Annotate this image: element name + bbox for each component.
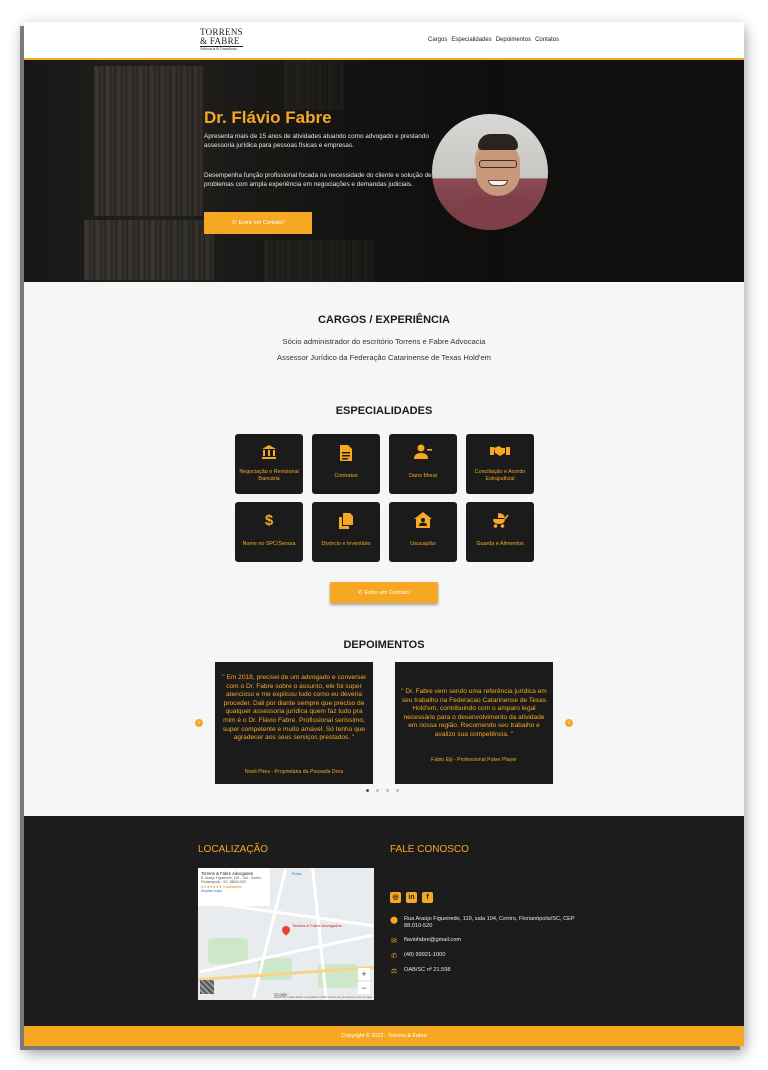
map-zoom-out-button[interactable]: − [358,982,370,994]
map-info-card: Torrens & Fabre Advogados R. Araújo Figu… [198,868,270,906]
cargos-title: CARGOS / EXPERIÊNCIA [317,314,451,326]
carousel-next-arrow[interactable]: › [565,719,573,727]
baby-carriage-icon [466,512,534,530]
instagram-icon[interactable]: ◎ [390,892,401,903]
testimonial-quote: " Em 2018, precisei de um advogado e con… [222,674,366,742]
contact-phone[interactable]: ✆ (48) 99921-1000 [390,952,594,960]
specialties-contact-label: Entre em Contato! [364,589,411,596]
specialty-card-conciliacao[interactable]: Conciliação e Acordo Extrajudicial [466,434,534,494]
contact-title: FALE CONOSCO [390,844,469,855]
envelope-icon: ✉ [391,938,397,945]
carousel-dot[interactable] [386,789,389,792]
nav-link-especialidades[interactable]: Especialidades [451,37,491,43]
page-frame: TORRENS & FABRE Advocacia & Consultoria … [24,22,744,1046]
specialty-label: Divórcio e Inventário [321,540,371,547]
hero-contact-button[interactable]: ✆ Entre em Contato! [204,212,312,234]
logo-tagline: Advocacia & Consultoria [200,47,237,51]
testimonial-quote: " Dr. Fabre vem sendo uma referência jur… [401,688,547,738]
specialty-card-contratos[interactable]: Contratos [312,434,380,494]
nav-link-depoimentos[interactable]: Depoimentos [496,37,531,43]
map-place-address: R. Araújo Figueiredo, 119 - 104 - Centro… [201,876,263,885]
lawyer-portrait [432,114,548,230]
specialty-label: Guarda e Alimentos [476,540,524,547]
hero-title: Dr. Flávio Fabre [204,108,332,127]
brand-logo[interactable]: TORRENS & FABRE Advocacia & Consultoria [200,28,243,52]
google-map[interactable]: Torrens & Fabre Advogados R. Araújo Figu… [198,868,374,1000]
testimonial-card: " Em 2018, precisei de um advogado e con… [215,662,373,784]
whatsapp-icon: ✆ [231,220,237,226]
specialty-label: Negociação e Revisional Bancária [239,469,299,482]
copy-document-icon [312,512,380,530]
hero-description-1: Apresenta mais de 15 anos de atividades … [204,133,429,149]
carousel-dot[interactable] [376,789,379,792]
map-pin-icon [280,924,292,936]
specialty-card-guarda[interactable]: Guarda e Alimentos [466,502,534,562]
carousel-prev-arrow[interactable]: ‹ [195,719,203,727]
phone-icon: ✆ [391,953,397,960]
logo-line-2: & FABRE [200,37,243,47]
location-pin-icon: ⬤ [390,917,398,924]
nav-link-cargos[interactable]: Cargos [428,37,447,43]
user-minus-icon [389,444,457,462]
carousel-dot[interactable] [396,789,399,792]
testimonial-author: Noeli Pires - Proprietária da Pousada Do… [244,769,344,775]
cargo-item: Assessor Jurídico da Federação Catarinen… [276,353,492,362]
map-attribution: Atalhos do teclado Dados cartográficos ©… [273,996,372,999]
specialties-contact-button[interactable]: ✆ Entre em Contato! [330,582,438,603]
especialidades-title: ESPECIALIDADES [335,405,433,417]
carousel-dot[interactable] [366,789,369,792]
footer: LOCALIZAÇÃO FALE CONOSCO Torrens & Fabre… [24,816,744,1026]
specialty-label: Contratos [334,472,358,479]
carousel-dots [366,789,399,792]
house-user-icon [389,512,457,530]
hero-section: Dr. Flávio Fabre Apresenta mais de 15 an… [24,60,744,282]
specialty-card-divorcio[interactable]: Divórcio e Inventário [312,502,380,562]
contact-email[interactable]: ✉ flaviofabre@gmail.com [390,937,594,945]
location-title: LOCALIZAÇÃO [198,844,269,855]
linkedin-icon[interactable]: in [406,892,417,903]
specialty-label: Usucapião [410,540,436,547]
copyright-bar: Copyright © 2022 - Torrens & Fabre [24,1026,744,1046]
specialty-label: Dano Moral [409,472,437,479]
map-thumbnail[interactable] [200,980,214,994]
map-route-link[interactable]: Rotas [292,872,301,876]
specialty-label: Conciliação e Acordo Extrajudicial [474,469,526,482]
contact-oab: ⚖ OAB/SC nº 21.598 [390,967,451,975]
social-links: ◎ in f [390,892,433,903]
hero-contact-label: Entre em Contato! [238,220,285,226]
handshake-icon [466,444,534,462]
specialty-label: Nome no SPC/Serasa [242,540,296,547]
whatsapp-icon: ✆ [357,589,363,596]
testimonial-author: Fabio Eiji - Professional Poker Player [431,757,517,763]
cargo-item: Sócio administrador do escritório Torren… [282,337,486,346]
specialty-card-usucapiao[interactable]: Usucapião [389,502,457,562]
map-enlarge-link[interactable]: Ampliar mapa [201,889,267,893]
testimonial-card: " Dr. Fabre vem sendo uma referência jur… [395,662,553,784]
scale-icon: ⚖ [390,968,398,975]
map-pin-label: Torrens & Fabre Advogados [292,923,342,928]
dollar-icon: $ [264,512,274,529]
hero-description-2: Desempenha função profissional focada na… [204,172,432,188]
specialty-card-bancaria[interactable]: Negociação e Revisional Bancária [235,434,303,494]
specialty-card-dano-moral[interactable]: Dano Moral [389,434,457,494]
top-navbar: TORRENS & FABRE Advocacia & Consultoria … [24,22,744,60]
document-icon [312,444,380,462]
contact-address: ⬤ Rua Araújo Figueiredo, 119, sala 104, … [390,916,575,929]
facebook-icon[interactable]: f [422,892,433,903]
main-nav: Cargos Especialidades Depoimentos Contat… [428,37,559,43]
map-zoom-in-button[interactable]: + [358,968,370,980]
nav-link-contatos[interactable]: Contatos [535,37,559,43]
depoimentos-title: DEPOIMENTOS [343,639,425,651]
specialty-card-spc-serasa[interactable]: $ Nome no SPC/Serasa [235,502,303,562]
bank-icon [235,444,303,462]
